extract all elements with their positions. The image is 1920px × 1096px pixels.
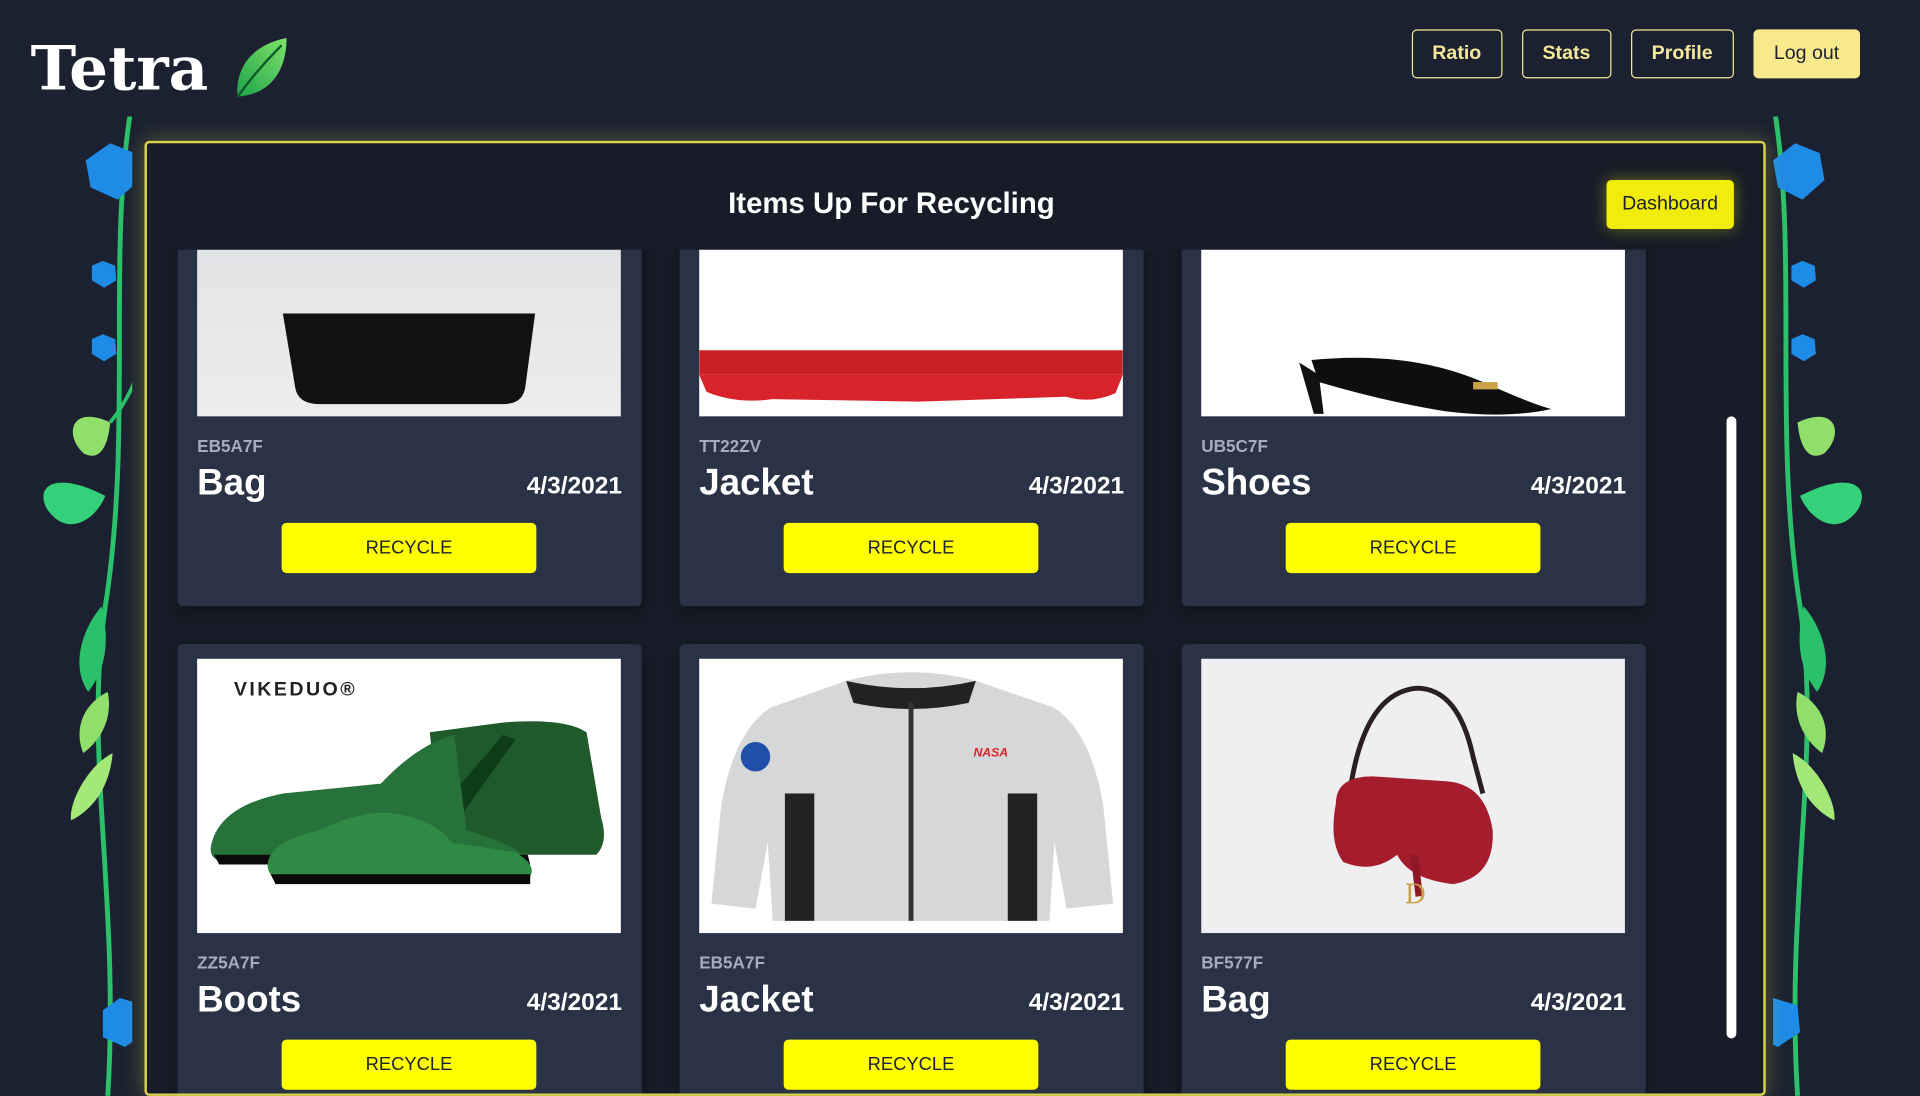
item-name: Boots — [197, 979, 302, 1021]
dashboard-button[interactable]: Dashboard — [1606, 180, 1734, 229]
item-name: Bag — [1201, 979, 1271, 1021]
recycle-button[interactable]: RECYCLE — [1285, 522, 1541, 574]
recycling-panel: Items Up For Recycling Dashboard EB5A7F … — [144, 140, 1766, 1096]
item-card: VIKEDUO® ZZ5A7F Boots 4/3/2021 RECYCLE — [177, 644, 642, 1094]
item-date: 4/3/2021 — [1028, 989, 1125, 1017]
vine-decoration-left — [43, 116, 133, 1096]
item-image: D — [1201, 658, 1625, 934]
item-card: NASA EB5A7F Jacket 4/3/2021 RECYCLE — [679, 644, 1144, 1094]
item-date: 4/3/2021 — [1530, 989, 1627, 1017]
profile-button[interactable]: Profile — [1630, 29, 1734, 79]
leaf-logo-icon — [236, 37, 287, 97]
recycle-button[interactable]: RECYCLE — [281, 522, 537, 574]
vine-decoration-right — [1773, 116, 1862, 1096]
jacket-print: NASA — [973, 746, 1008, 760]
item-image: NASA — [699, 658, 1123, 934]
brand-name: Tetra — [30, 31, 209, 105]
item-card: UB5C7F Shoes 4/3/2021 RECYCLE — [1181, 249, 1646, 607]
item-code: TT22ZV — [699, 435, 762, 456]
stats-button[interactable]: Stats — [1521, 29, 1612, 79]
recycle-button[interactable]: RECYCLE — [281, 1039, 537, 1090]
ratio-button[interactable]: Ratio — [1411, 29, 1503, 79]
item-code: EB5A7F — [197, 435, 263, 456]
recycle-button[interactable]: RECYCLE — [783, 522, 1039, 574]
brand-watermark: VIKEDUO® — [234, 679, 357, 701]
items-scroll-area[interactable]: EB5A7F Bag 4/3/2021 RECYCLE TT22ZV Jacke… — [147, 249, 1665, 1094]
item-name: Jacket — [699, 979, 814, 1021]
item-image — [1201, 249, 1625, 417]
item-name: Shoes — [1201, 462, 1312, 504]
item-card: EB5A7F Bag 4/3/2021 RECYCLE — [177, 249, 642, 607]
item-card: TT22ZV Jacket 4/3/2021 RECYCLE — [679, 249, 1144, 607]
items-grid: EB5A7F Bag 4/3/2021 RECYCLE TT22ZV Jacke… — [177, 249, 1646, 1094]
item-code: BF577F — [1201, 952, 1264, 973]
item-card: D BF577F Bag 4/3/2021 RECYCLE — [1181, 644, 1646, 1094]
item-date: 4/3/2021 — [1028, 472, 1125, 500]
top-nav: Ratio Stats Profile Log out — [1411, 29, 1861, 79]
brand: Tetra — [31, 32, 290, 104]
panel-title: Items Up For Recycling — [728, 187, 1055, 221]
scrollbar[interactable] — [1726, 416, 1737, 1039]
item-date: 4/3/2021 — [526, 989, 623, 1017]
bag-charm: D — [1405, 880, 1427, 911]
item-image — [197, 249, 621, 417]
recycle-button[interactable]: RECYCLE — [783, 1039, 1039, 1090]
item-name: Bag — [197, 462, 267, 504]
item-code: ZZ5A7F — [197, 952, 261, 973]
item-code: UB5C7F — [1201, 435, 1268, 456]
item-image — [699, 249, 1123, 417]
item-date: 4/3/2021 — [526, 472, 623, 500]
item-date: 4/3/2021 — [1530, 472, 1627, 500]
logout-button[interactable]: Log out — [1753, 29, 1861, 79]
item-image: VIKEDUO® — [197, 658, 621, 934]
item-code: EB5A7F — [699, 952, 765, 973]
recycle-button[interactable]: RECYCLE — [1285, 1039, 1541, 1090]
item-name: Jacket — [699, 462, 814, 504]
